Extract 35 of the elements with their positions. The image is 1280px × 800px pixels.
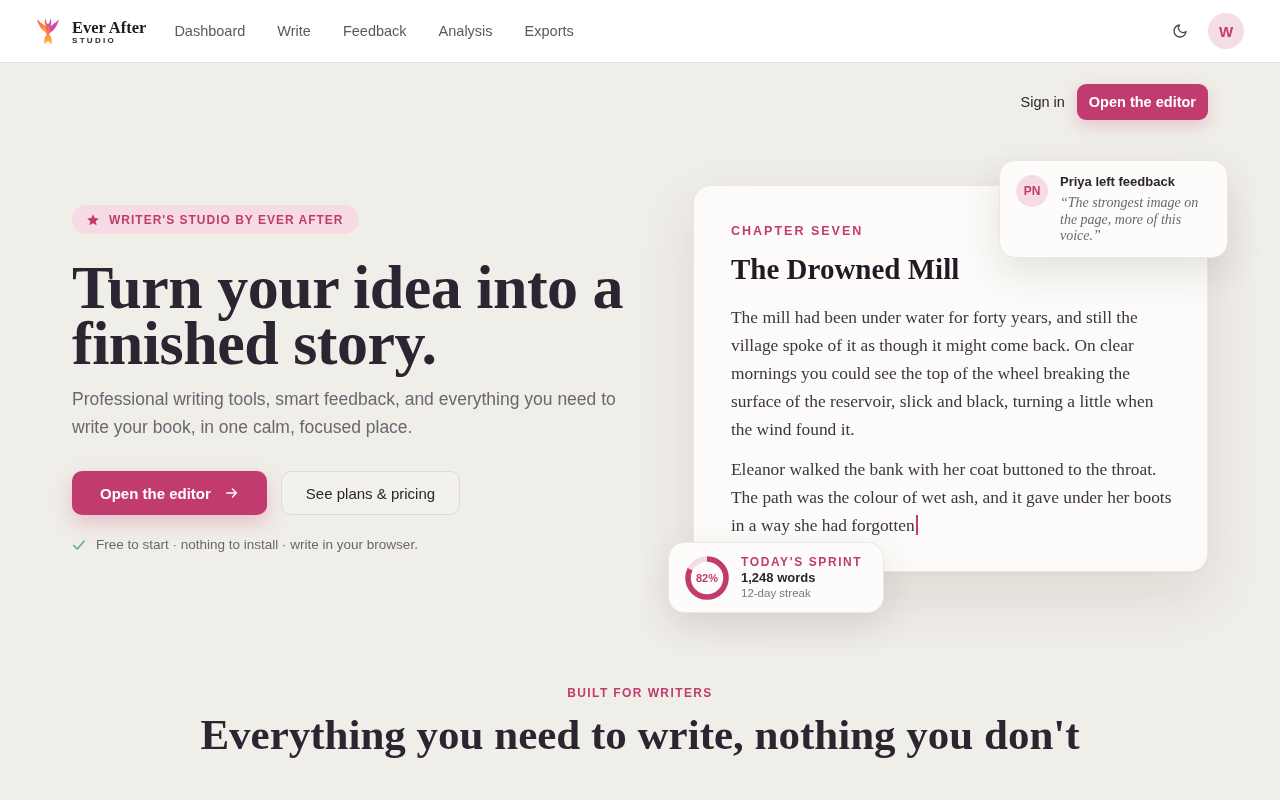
- check-icon: [72, 537, 86, 552]
- progress-percent: 82%: [696, 571, 718, 584]
- badge-text: WRITER'S STUDIO BY EVER AFTER: [109, 212, 344, 227]
- bird-logo-icon[interactable]: [36, 17, 60, 45]
- hero-note: Free to start · nothing to install · write in your browser.: [96, 537, 418, 552]
- brand-tagline: STUDIO: [72, 36, 118, 45]
- feedback-quote: “The strongest image on the page, more of this voice.”: [1060, 195, 1200, 245]
- progress-ring: [685, 555, 729, 600]
- hero-heading: Turn your idea into a finished story.: [72, 252, 625, 379]
- user-avatar-button[interactable]: W: [1208, 13, 1244, 49]
- sprint-label: TODAY'S SPRINT: [741, 554, 863, 570]
- nav-link[interactable]: Analysis: [438, 23, 493, 39]
- open-editor-button[interactable]: Open the editor: [1076, 84, 1208, 120]
- open-editor-button[interactable]: Open the editor: [72, 471, 267, 515]
- sprint-word-count: 1,248 words: [741, 569, 817, 586]
- sign-in-link[interactable]: Sign in: [1020, 94, 1065, 110]
- hero-subtitle: Professional writing tools, smart feedback, and everything you need to write your book, in one calm, focused place.: [72, 388, 617, 439]
- chapter-title: The Drowned Mill: [731, 252, 960, 286]
- nav-link[interactable]: Exports: [524, 23, 574, 39]
- nav-link[interactable]: Dashboard: [174, 23, 246, 39]
- chapter-label: CHAPTER SEVEN: [731, 224, 864, 238]
- sprint-streak: 12-day streak: [741, 585, 812, 601]
- nav-link[interactable]: Write: [277, 23, 311, 39]
- section-heading: Everything you need to write, nothing you don't: [200, 710, 1080, 760]
- feedback-title: Priya left feedback: [1060, 174, 1176, 190]
- nav-link[interactable]: Feedback: [342, 23, 407, 39]
- section-eyebrow: BUILT FOR WRITERS: [567, 686, 713, 700]
- star-icon: [86, 212, 100, 227]
- reviewer-avatar: PN: [1016, 175, 1048, 207]
- pricing-button[interactable]: See plans & pricing: [280, 471, 461, 515]
- story-paragraph: The mill had been under water for forty years, and still the village spoke of it as though it might come back. On clear mornings you could see the top of the wheel breaking the surface of the reservoir, slick and black, turning a little when the wind found it.: [731, 306, 1155, 441]
- story-paragraph: Eleanor walked the bank with her coat buttoned to the throat. The path was the colour of wet ash, and it gave under her boots in a way she had forgotten: [731, 458, 1173, 537]
- arrow-right-icon: [224, 486, 239, 500]
- brand-name: Ever After: [72, 20, 147, 36]
- moon-icon[interactable]: [1172, 23, 1188, 39]
